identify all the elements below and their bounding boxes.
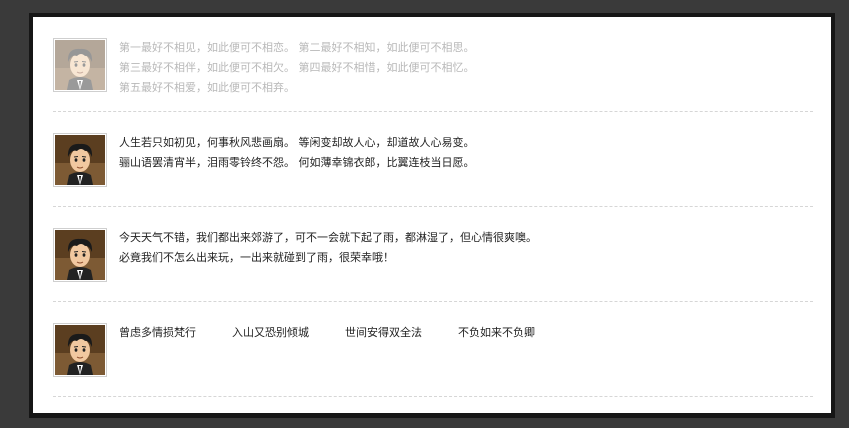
tag-item: 世间安得双全法 [345,326,422,339]
post-line: 第三最好不相伴，如此便可不相欠。 第四最好不相惜，如此便可不相忆。 [119,61,475,74]
post-line: 今天天气不错，我们都出来郊游了，可不一会就下起了雨，都淋湿了，但心情很爽噢。 [119,231,537,244]
post-line: 必竟我们不怎么出来玩，一出来就碰到了雨，很荣幸哦！ [119,251,394,264]
post-line: 第五最好不相爱，如此便可不相弃。 [119,81,295,94]
tag-item: 入山又恐别倾城 [232,326,309,339]
cartoon-man-avatar-icon [55,230,105,280]
post-text: 人生若只如初见，何事秋风悲画扇。 等闲变却故人心，却道故人心易变。 骊山语罢清宵… [119,133,475,173]
avatar-icon[interactable] [53,323,107,377]
post-tags: 曾虑多情损梵行 入山又恐别倾城 世间安得双全法 不负如来不负卿 [119,323,571,343]
cartoon-man-avatar-icon [55,325,105,375]
post-item: 曾虑多情损梵行 入山又恐别倾城 世间安得双全法 不负如来不负卿 [53,302,813,397]
avatar-icon[interactable] [53,38,107,92]
avatar-icon[interactable] [53,228,107,282]
post-line: 骊山语罢清宵半，泪雨零铃终不怨。 何如薄幸锦衣郎，比翼连枝当日愿。 [119,156,475,169]
cartoon-man-avatar-icon [55,40,105,90]
avatar-icon[interactable] [53,133,107,187]
post-text: 第一最好不相见，如此便可不相恋。 第二最好不相知，如此便可不相思。 第三最好不相… [119,38,475,98]
post-item: 第一最好不相见，如此便可不相恋。 第二最好不相知，如此便可不相思。 第三最好不相… [53,17,813,112]
post-item: 人生若只如初见，何事秋风悲画扇。 等闲变却故人心，却道故人心易变。 骊山语罢清宵… [53,112,813,207]
tag-item: 不负如来不负卿 [458,326,535,339]
cartoon-man-avatar-icon [55,135,105,185]
post-line: 人生若只如初见，何事秋风悲画扇。 等闲变却故人心，却道故人心易变。 [119,136,475,149]
post-item: 今天天气不错，我们都出来郊游了，可不一会就下起了雨，都淋湿了，但心情很爽噢。 必… [53,207,813,302]
post-line: 第一最好不相见，如此便可不相恋。 第二最好不相知，如此便可不相思。 [119,41,475,54]
tag-item: 曾虑多情损梵行 [119,326,196,339]
post-list-panel: 第一最好不相见，如此便可不相恋。 第二最好不相知，如此便可不相思。 第三最好不相… [33,17,831,413]
post-text: 今天天气不错，我们都出来郊游了，可不一会就下起了雨，都淋湿了，但心情很爽噢。 必… [119,228,537,268]
